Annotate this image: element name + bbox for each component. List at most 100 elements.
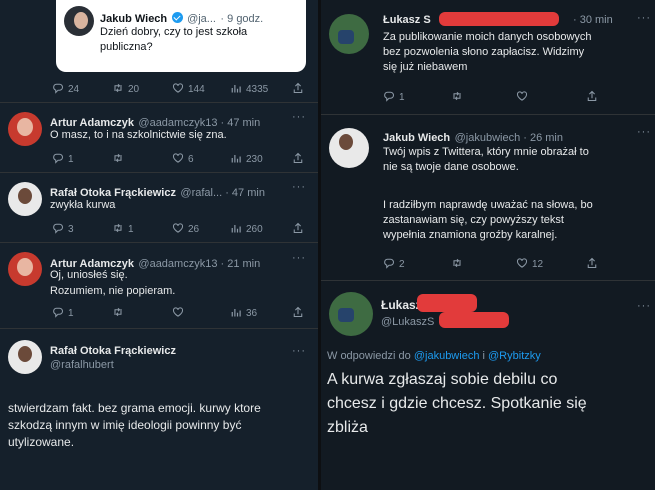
avatar[interactable]: [8, 182, 42, 216]
tweet-text-line: szkodzą innym w imię ideologii powinny b…: [8, 418, 242, 432]
share-button[interactable]: [292, 306, 308, 319]
reply-button[interactable]: 3: [52, 222, 74, 235]
author-name[interactable]: Łukasz: [381, 298, 422, 312]
reply-count: 2: [399, 259, 405, 270]
reply-button[interactable]: 1: [52, 306, 74, 319]
retweet-icon: [451, 257, 463, 269]
reply-button[interactable]: 1: [383, 90, 405, 103]
reply-count: 1: [399, 92, 405, 103]
author-name[interactable]: Rafał Otoka Frąckiewicz: [50, 345, 176, 357]
retweet-icon: [112, 306, 124, 318]
share-icon: [292, 152, 304, 164]
mention-link[interactable]: @Rybitzky: [488, 350, 541, 362]
like-button[interactable]: 26: [172, 222, 199, 235]
tweet-text-line: stwierdzam fakt. bez grama emocji. kurwy…: [8, 401, 261, 415]
avatar[interactable]: [64, 6, 94, 36]
retweet-button[interactable]: 1: [112, 222, 134, 235]
reply-button[interactable]: 24: [52, 82, 79, 95]
reply-count: 3: [68, 224, 74, 235]
retweet-icon: [451, 90, 463, 102]
divider: [0, 328, 318, 329]
share-button[interactable]: [292, 152, 308, 165]
like-button[interactable]: 144: [172, 82, 205, 95]
avatar[interactable]: [329, 128, 369, 168]
more-icon[interactable]: ···: [637, 12, 651, 24]
like-button[interactable]: 12: [516, 257, 543, 270]
reply-count: 1: [68, 308, 74, 319]
like-button[interactable]: [172, 306, 188, 319]
view-count: 4335: [246, 84, 269, 95]
author-handle: @ja...: [187, 13, 216, 25]
reply-count: 24: [68, 84, 80, 95]
like-icon: [172, 306, 184, 318]
author-handle: @aadamczyk13 · 21 min: [138, 258, 261, 270]
retweet-button[interactable]: [112, 152, 128, 165]
reply-button[interactable]: 1: [52, 152, 74, 165]
views-button[interactable]: 260: [230, 222, 263, 235]
share-button[interactable]: [292, 82, 308, 95]
tweet-text-line: bez pozwolenia słono zapłacisz. Widzimy: [383, 46, 585, 58]
author-name[interactable]: Łukasz S: [383, 14, 431, 26]
avatar[interactable]: [8, 112, 42, 146]
like-icon: [172, 82, 184, 94]
like-button[interactable]: [516, 90, 532, 103]
retweet-button[interactable]: [451, 257, 467, 270]
redaction-mark: [439, 12, 559, 26]
like-icon: [516, 90, 528, 102]
avatar[interactable]: [8, 252, 42, 286]
retweet-icon: [112, 152, 124, 164]
views-icon: [230, 222, 242, 234]
tweet-text-line: wypełnia znamiona groźby karalnej.: [383, 229, 558, 241]
tweet-text-line: utylizowane.: [8, 435, 75, 449]
reply-icon: [52, 82, 64, 94]
retweet-button[interactable]: 20: [112, 82, 139, 95]
view-count: 36: [246, 308, 258, 319]
tweet-text: O masz, to i na szkolnictwie się zna.: [50, 129, 227, 141]
avatar[interactable]: [8, 340, 42, 374]
author-handle: @rafalhubert: [50, 359, 114, 371]
tweet-text-line: I radziłbym naprawdę uważać na słowa, bo: [383, 199, 593, 211]
tweet-text-line: Za publikowanie moich danych osobowych: [383, 31, 592, 43]
more-icon[interactable]: ···: [292, 252, 306, 264]
share-icon: [292, 222, 304, 234]
share-button[interactable]: [586, 90, 602, 103]
avatar[interactable]: [329, 14, 369, 54]
reply-button[interactable]: 2: [383, 257, 405, 270]
retweet-icon: [112, 82, 124, 94]
tweet-text-line: się już niebawem: [383, 61, 468, 73]
retweet-icon: [112, 222, 124, 234]
share-icon: [586, 257, 598, 269]
author-handle: @jakubwiech · 26 min: [454, 132, 563, 144]
views-button[interactable]: 36: [230, 306, 257, 319]
retweet-count: 1: [128, 224, 134, 235]
quoted-tweet-card[interactable]: Jakub Wiech @ja... · 9 godz. Dzień dobry…: [56, 0, 306, 72]
tweet-text-line: Dzień dobry, czy to jest szkoła: [100, 26, 248, 38]
more-icon[interactable]: ···: [292, 345, 306, 357]
tweet-text: zwykła kurwa: [50, 199, 116, 211]
share-icon: [292, 82, 304, 94]
divider: [321, 280, 655, 281]
redaction-mark: [439, 312, 509, 328]
share-button[interactable]: [586, 257, 602, 270]
more-icon[interactable]: ···: [292, 181, 306, 193]
views-button[interactable]: 4335: [230, 82, 268, 95]
avatar[interactable]: [329, 292, 373, 336]
retweet-button[interactable]: [112, 306, 128, 319]
like-icon: [172, 152, 184, 164]
author-name[interactable]: Jakub Wiech: [383, 132, 450, 144]
more-icon[interactable]: ···: [292, 111, 306, 123]
right-column: Łukasz S · 30 min ··· Za publikowanie mo…: [321, 0, 655, 490]
divider: [0, 172, 318, 173]
mention-link[interactable]: @jakubwiech: [414, 350, 480, 362]
author-name[interactable]: Jakub Wiech: [100, 13, 167, 25]
more-icon[interactable]: ···: [637, 126, 651, 138]
view-count: 260: [246, 224, 263, 235]
retweet-button[interactable]: [451, 90, 467, 103]
reply-icon: [52, 152, 64, 164]
tweet-text-line: zastanawiam się, czy powyższy tekst: [383, 214, 564, 226]
reply-icon: [383, 90, 395, 102]
views-button[interactable]: 230: [230, 152, 263, 165]
more-icon[interactable]: ···: [637, 300, 651, 312]
share-button[interactable]: [292, 222, 308, 235]
like-button[interactable]: 6: [172, 152, 194, 165]
